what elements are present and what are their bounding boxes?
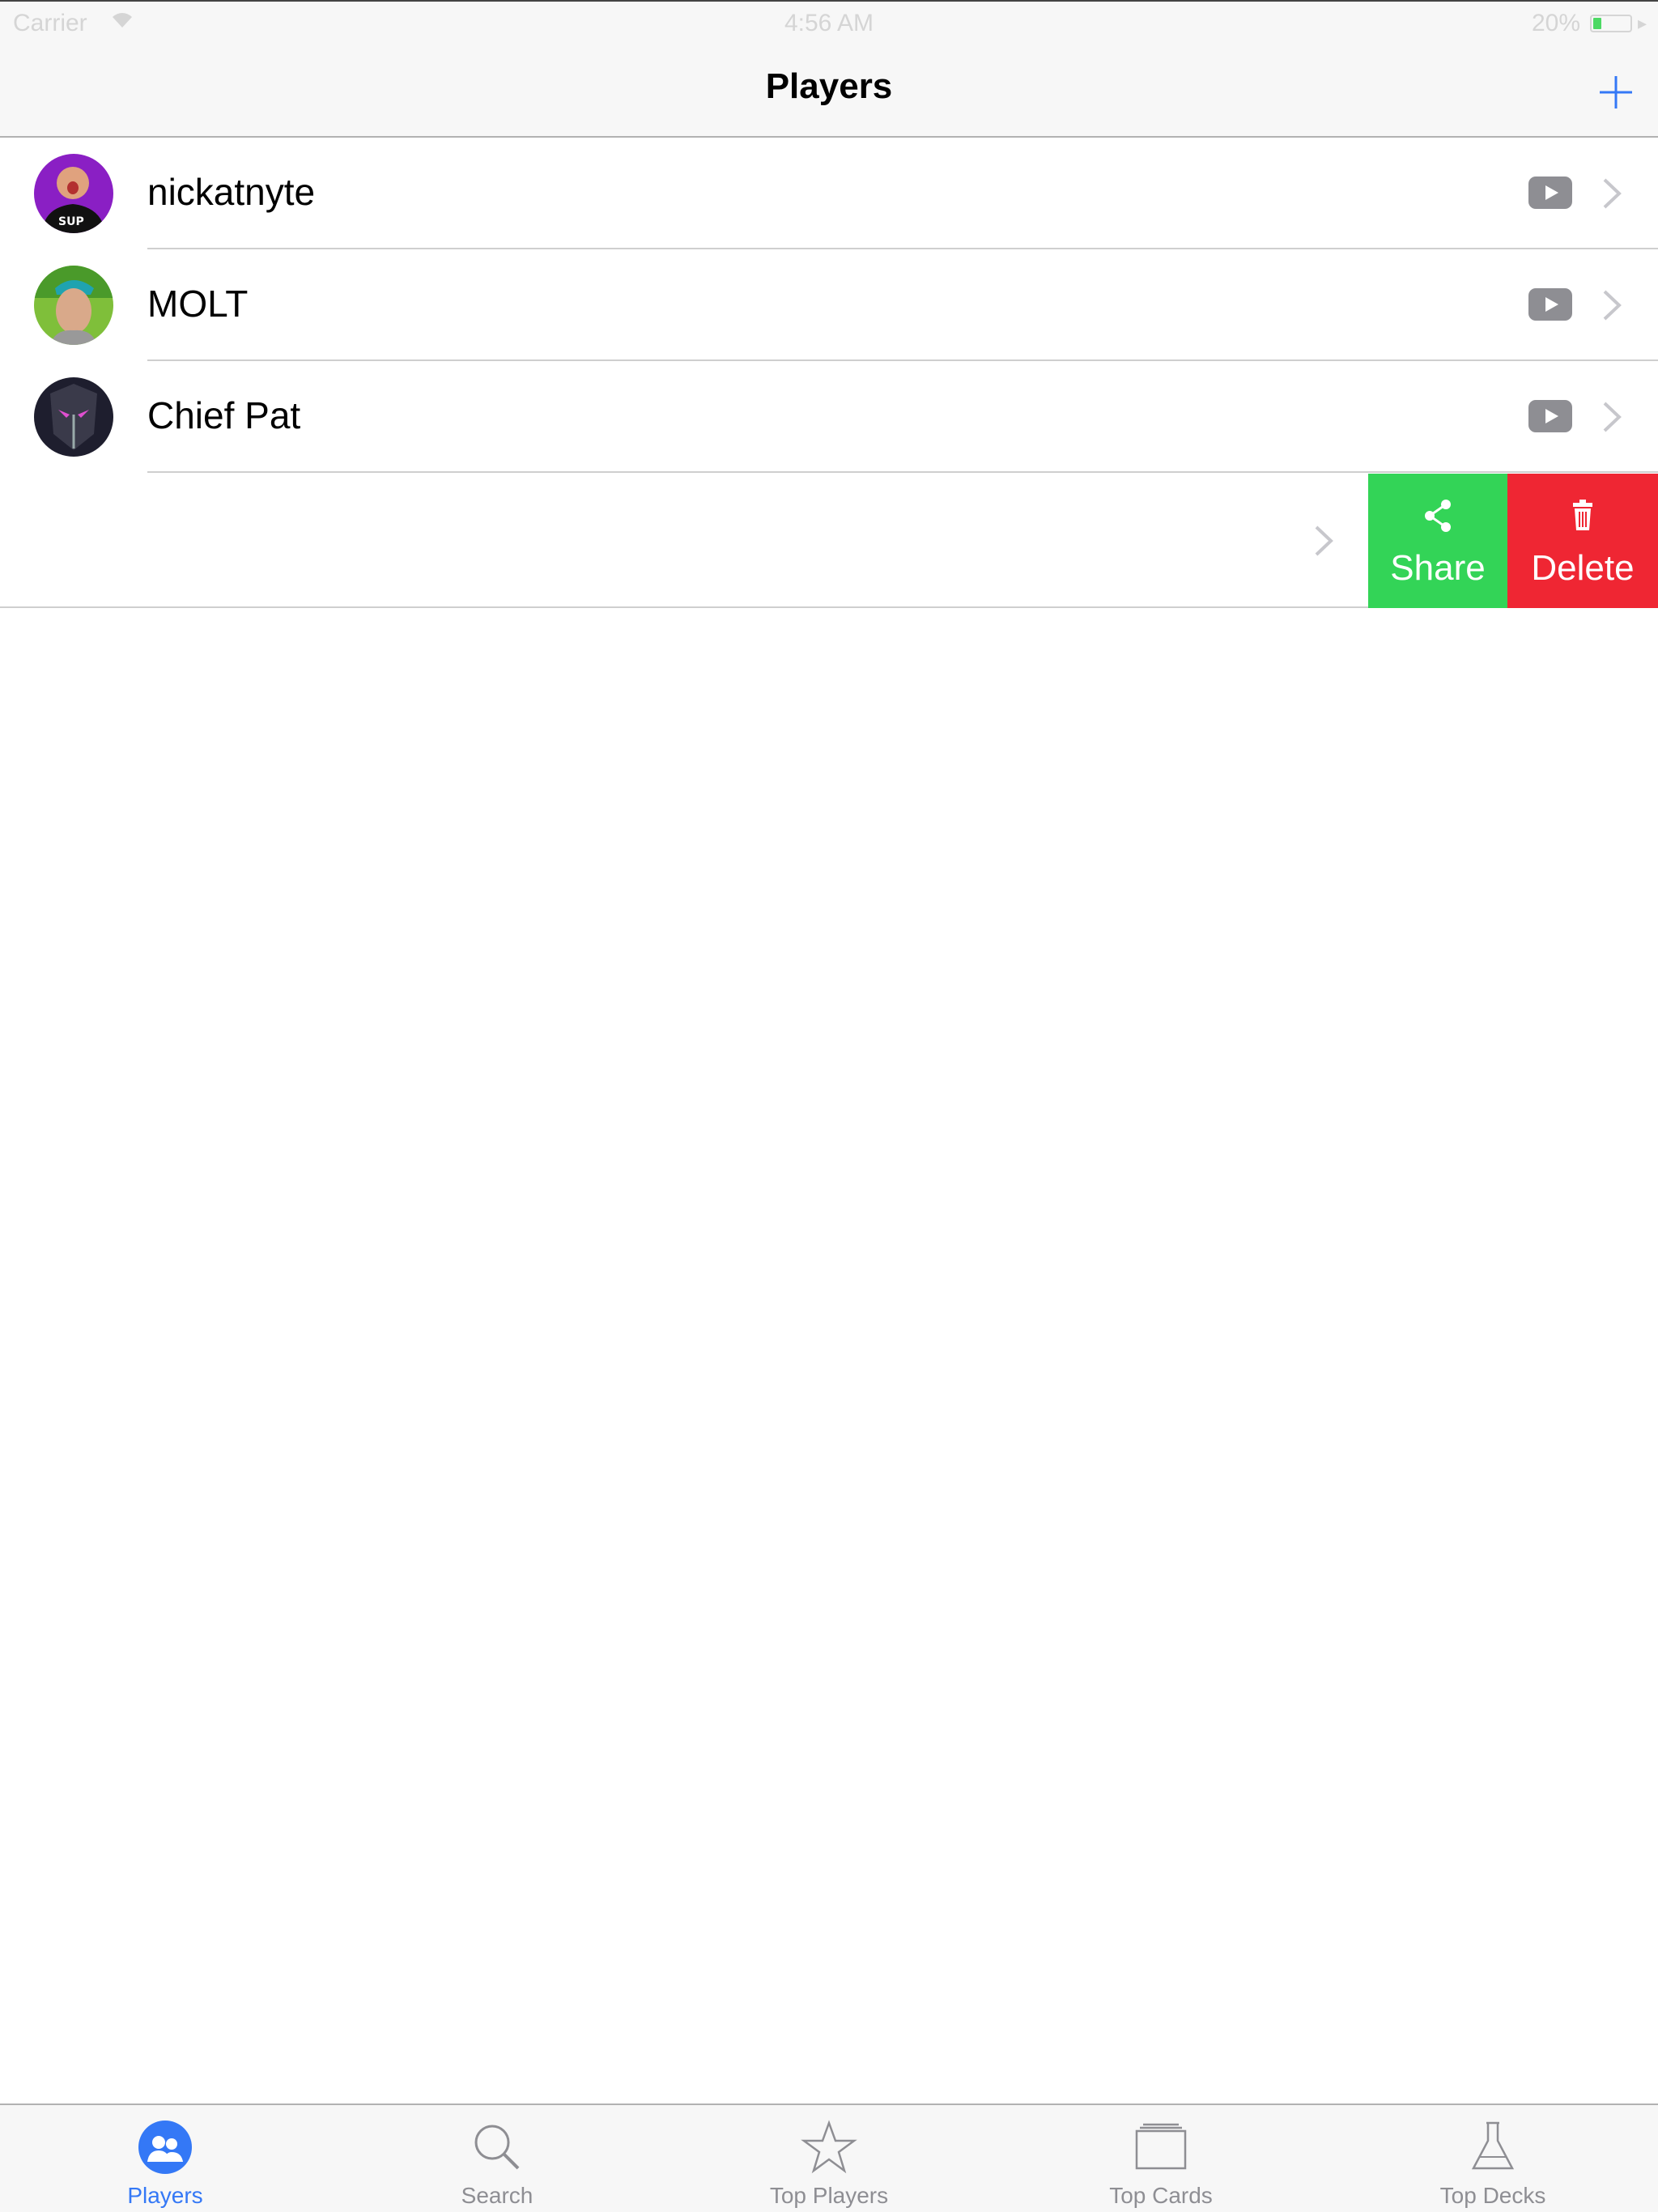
tab-top-decks[interactable]: Top Decks <box>1371 2105 1614 2212</box>
player-name: MOLT <box>147 283 249 325</box>
tab-players[interactable]: Players <box>44 2105 287 2212</box>
tab-top-players[interactable]: Top Players <box>708 2105 950 2212</box>
chevron-right-icon <box>1603 178 1622 209</box>
players-icon <box>138 2121 192 2174</box>
tab-search[interactable]: Search <box>376 2105 619 2212</box>
tab-label: Search <box>461 2183 534 2208</box>
page-title: Players <box>765 66 893 106</box>
tab-bar: Players Search Top Players Top Cards Top… <box>0 2104 1658 2212</box>
search-icon <box>474 2125 520 2170</box>
svg-text:SUP: SUP <box>58 215 84 228</box>
tab-label: Top Cards <box>1109 2183 1213 2208</box>
tab-label: Top Decks <box>1439 2183 1546 2208</box>
swiped-row[interactable]: Share Delete <box>0 474 1658 608</box>
share-icon <box>1425 500 1451 532</box>
status-time: 4:56 AM <box>784 10 874 36</box>
flask-icon <box>1471 2121 1515 2170</box>
cards-icon <box>1135 2123 1187 2170</box>
tab-label: Top Players <box>769 2183 889 2208</box>
battery-icon <box>1590 15 1632 32</box>
youtube-icon[interactable] <box>1528 177 1572 209</box>
delete-label: Delete <box>1531 548 1635 588</box>
status-bar: Carrier 4:56 AM 20% ▸ <box>0 2 1658 47</box>
avatar <box>34 266 113 345</box>
navigation-bar: Carrier 4:56 AM 20% ▸ Players <box>0 0 1658 138</box>
youtube-icon[interactable] <box>1528 400 1572 432</box>
player-row[interactable]: MOLT <box>0 249 1658 361</box>
chevron-right-icon <box>1603 402 1622 432</box>
charging-icon: ▸ <box>1637 13 1647 33</box>
chevron-right-icon <box>1315 525 1333 556</box>
player-name: Chief Pat <box>147 394 301 436</box>
tab-label: Players <box>127 2183 203 2208</box>
player-name: nickatnyte <box>147 171 316 213</box>
share-label: Share <box>1390 548 1486 588</box>
avatar <box>34 377 113 457</box>
tab-top-cards[interactable]: Top Cards <box>1039 2105 1282 2212</box>
youtube-icon[interactable] <box>1528 288 1572 321</box>
share-button[interactable]: Share <box>1368 474 1507 608</box>
trash-icon <box>1573 500 1592 530</box>
avatar: SUP <box>34 154 113 233</box>
star-icon <box>801 2120 857 2174</box>
player-row[interactable]: SUP nickatnyte <box>0 138 1658 249</box>
chevron-right-icon <box>1603 290 1622 321</box>
player-row[interactable]: Chief Pat <box>0 361 1658 473</box>
battery-percent: 20% <box>1531 10 1580 36</box>
delete-button[interactable]: Delete <box>1507 474 1658 608</box>
plus-icon[interactable] <box>1596 73 1635 112</box>
